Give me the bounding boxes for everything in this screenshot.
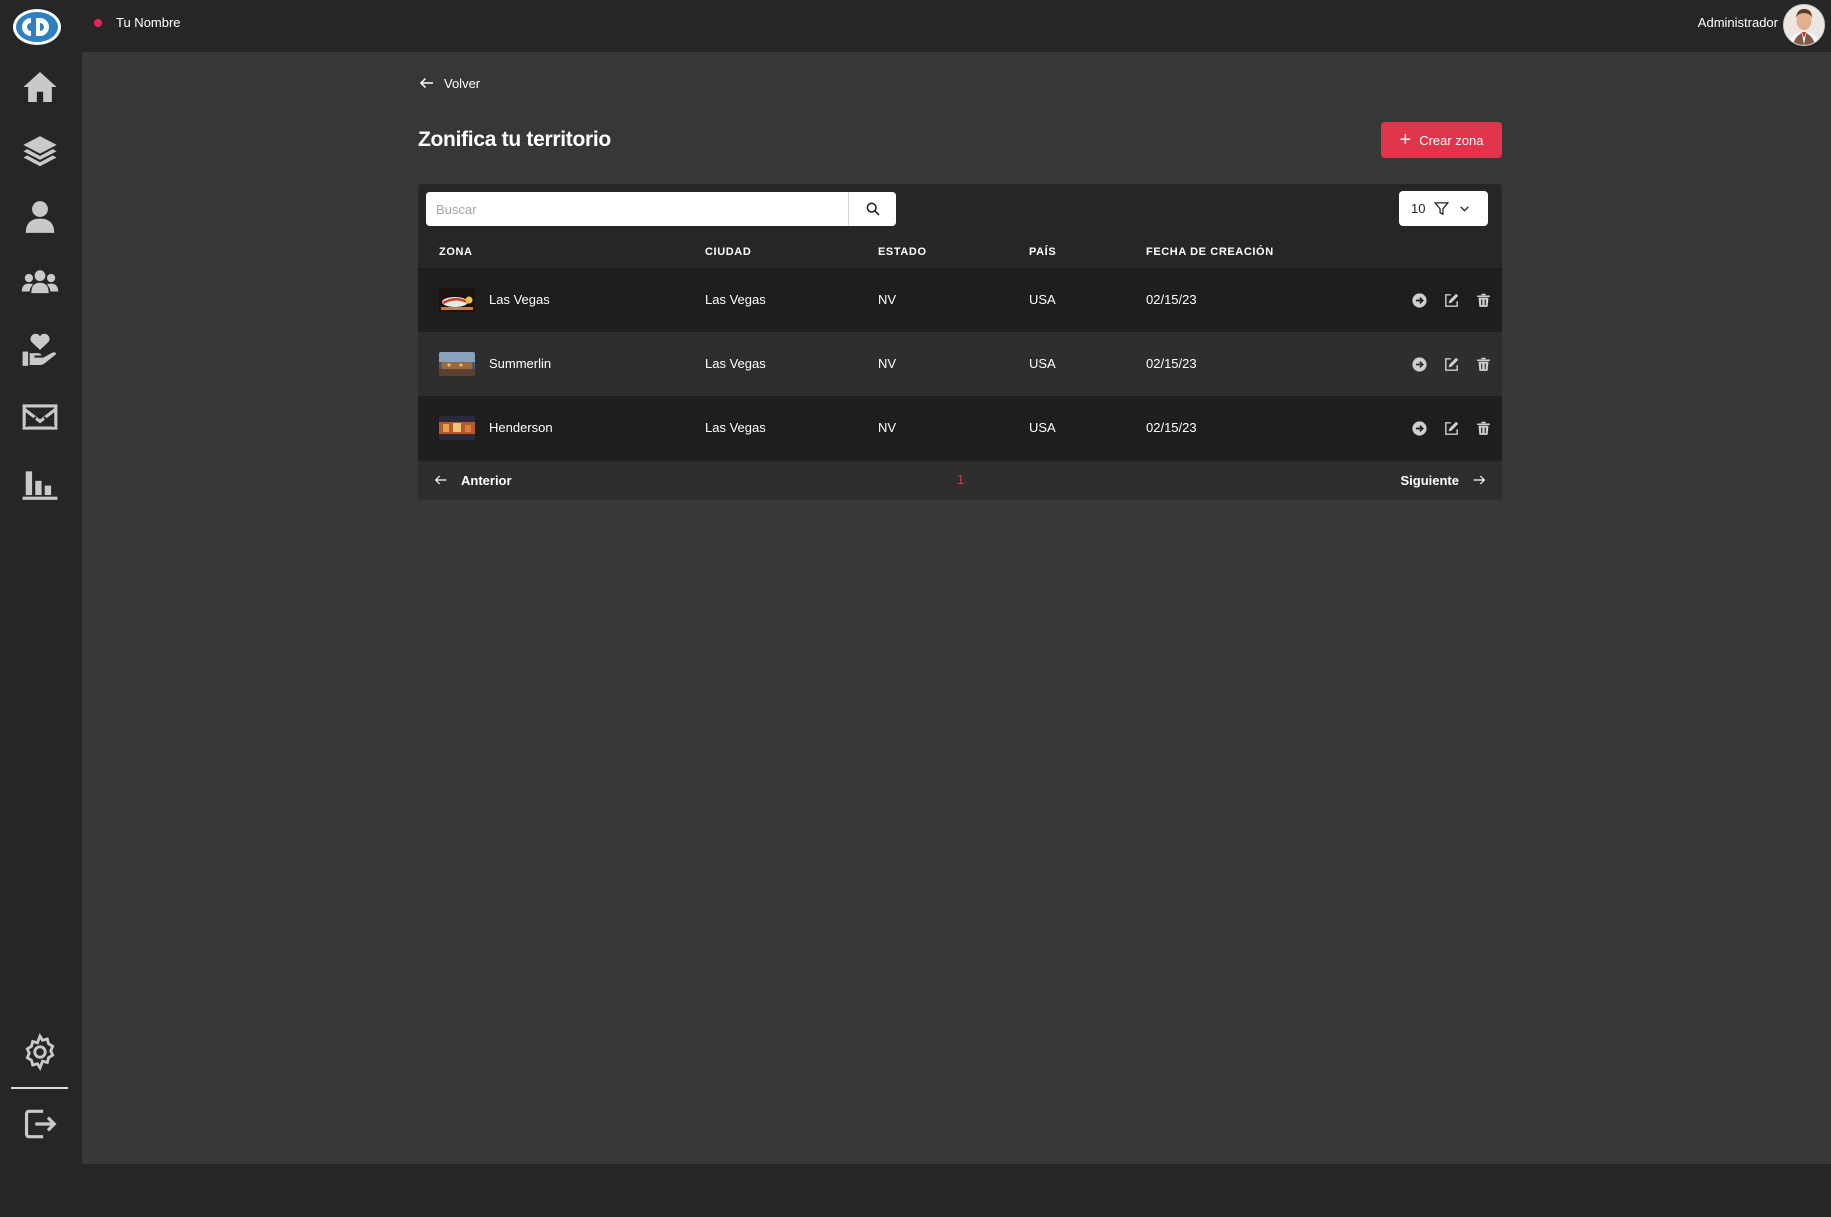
user-name[interactable]: Tu Nombre: [116, 15, 181, 30]
back-label: Volver: [444, 75, 481, 91]
sidebar-divider: [11, 1087, 68, 1089]
cell-fecha: 02/15/23: [1146, 420, 1197, 435]
gear-icon: [25, 1033, 55, 1071]
row-actions: [1410, 291, 1492, 309]
status-dot: [94, 19, 102, 27]
page-size-select[interactable]: 10: [1399, 191, 1488, 226]
sidebar-item-care[interactable]: [16, 326, 64, 374]
cell-estado: NV: [878, 420, 897, 435]
cell-zona: Summerlin: [489, 356, 552, 371]
zones-table-card: 10 ZONA CIUDAD ESTADO PAÍS FECHA DE CREA…: [418, 184, 1502, 500]
create-zone-label: Crear zona: [1419, 132, 1484, 148]
view-zone-button[interactable]: [1410, 419, 1428, 437]
delete-zone-button[interactable]: [1474, 291, 1492, 309]
table-header: ZONA CIUDAD ESTADO PAÍS FECHA DE CREACIÓ…: [418, 234, 1502, 268]
top-bar: Tu Nombre Administrador: [0, 0, 1831, 52]
trash-icon: [1476, 421, 1490, 435]
cell-fecha: 02/15/23: [1146, 292, 1197, 307]
cell-zona: Henderson: [489, 420, 553, 435]
layers-icon: [23, 136, 57, 167]
heart-hand-icon: [22, 333, 57, 366]
column-header-ciudad[interactable]: CIUDAD: [705, 246, 751, 258]
cell-zona: Las Vegas: [489, 292, 550, 307]
cell-ciudad: Las Vegas: [705, 356, 766, 371]
next-page-button[interactable]: Siguiente: [1400, 472, 1487, 488]
mail-icon: [22, 404, 58, 430]
cell-estado: NV: [878, 292, 897, 307]
page-title: Zonifica tu territorio: [418, 128, 611, 151]
sidebar-item-user[interactable]: [16, 193, 64, 241]
back-link[interactable]: Volver: [418, 74, 480, 92]
view-zone-button[interactable]: [1410, 291, 1428, 309]
avatar[interactable]: [1783, 4, 1825, 46]
arrow-right-circle-icon: [1411, 356, 1427, 372]
chevron-down-icon: [1460, 206, 1470, 212]
arrow-right-circle-icon: [1411, 292, 1427, 308]
edit-icon: [1444, 293, 1458, 307]
plus-icon: +: [1399, 129, 1412, 151]
cd-logo[interactable]: [12, 8, 62, 46]
role-label: Administrador: [1697, 15, 1778, 30]
trash-icon: [1476, 293, 1490, 307]
arrow-right-circle-icon: [1411, 420, 1427, 436]
zone-thumbnail: [439, 352, 475, 376]
sidebar-item-layers[interactable]: [16, 128, 64, 176]
sidebar-item-settings[interactable]: [16, 1028, 64, 1076]
column-header-zona[interactable]: ZONA: [439, 246, 473, 258]
create-zone-button[interactable]: + Crear zona: [1381, 122, 1502, 158]
logout-button[interactable]: [16, 1100, 64, 1148]
sidebar-item-stats[interactable]: [16, 460, 64, 508]
delete-zone-button[interactable]: [1474, 355, 1492, 373]
logout-icon: [24, 1109, 57, 1139]
home-icon: [23, 71, 57, 103]
zone-thumbnail: [439, 416, 475, 440]
table-row[interactable]: Summerlin Las Vegas NV USA 02/15/23: [418, 332, 1502, 396]
row-actions: [1410, 355, 1492, 373]
search-input[interactable]: [426, 192, 848, 226]
column-header-pais[interactable]: PAÍS: [1029, 246, 1056, 258]
prev-page-button[interactable]: Anterior: [433, 472, 512, 488]
search-box: [426, 192, 896, 226]
row-actions: [1410, 419, 1492, 437]
cell-ciudad: Las Vegas: [705, 420, 766, 435]
cell-pais: USA: [1029, 420, 1056, 435]
table-row[interactable]: Las Vegas Las Vegas NV USA 02/15/23: [418, 268, 1502, 332]
zone-thumbnail: [439, 288, 475, 312]
table-row[interactable]: Henderson Las Vegas NV USA 02/15/23: [418, 396, 1502, 460]
delete-zone-button[interactable]: [1474, 419, 1492, 437]
page-size-value: 10: [1411, 201, 1426, 216]
edit-icon: [1444, 357, 1458, 371]
sidebar-item-home[interactable]: [16, 63, 64, 111]
pagination: Anterior 1 Siguiente: [418, 462, 1502, 500]
column-header-estado[interactable]: ESTADO: [878, 246, 927, 258]
arrow-left-icon: [419, 77, 433, 89]
sidebar-item-groups[interactable]: [16, 258, 64, 306]
cell-estado: NV: [878, 356, 897, 371]
cell-pais: USA: [1029, 292, 1056, 307]
arrow-right-icon: [1473, 475, 1486, 485]
edit-zone-button[interactable]: [1442, 355, 1460, 373]
edit-zone-button[interactable]: [1442, 291, 1460, 309]
user-icon: [25, 201, 55, 233]
sidebar-item-mail[interactable]: [16, 393, 64, 441]
main-content: Volver Zonifica tu territorio + Crear zo…: [82, 52, 1831, 1164]
sidebar: [0, 52, 82, 1164]
cell-ciudad: Las Vegas: [705, 292, 766, 307]
search-icon: [866, 202, 880, 216]
prev-page-label: Anterior: [461, 472, 512, 488]
users-group-icon: [21, 270, 59, 294]
next-page-label: Siguiente: [1400, 472, 1459, 488]
edit-icon: [1444, 421, 1458, 435]
arrow-left-icon: [434, 475, 447, 485]
bar-chart-icon: [22, 471, 58, 500]
cell-pais: USA: [1029, 356, 1056, 371]
edit-zone-button[interactable]: [1442, 419, 1460, 437]
trash-icon: [1476, 357, 1490, 371]
search-button[interactable]: [848, 192, 896, 226]
cell-fecha: 02/15/23: [1146, 356, 1197, 371]
filter-icon: [1434, 202, 1450, 216]
column-header-fecha[interactable]: FECHA DE CREACIÓN: [1146, 246, 1274, 258]
current-page[interactable]: 1: [957, 472, 964, 487]
view-zone-button[interactable]: [1410, 355, 1428, 373]
